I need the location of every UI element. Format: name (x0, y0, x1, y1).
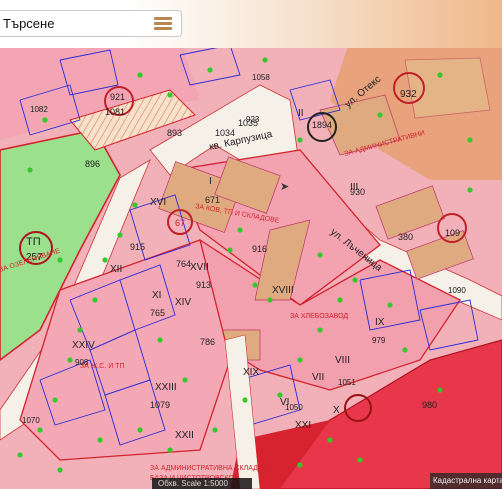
zone_labels-za_hlebozavod: ЗА ХЛЕБОЗАВОД (290, 313, 348, 320)
map-attribution[interactable]: Кадастрална карта (430, 473, 502, 489)
plot_numbers-p1082: 1082 (30, 105, 48, 114)
roman_labels-rIX: IX (375, 317, 385, 328)
plot_numbers-p765: 765 (150, 308, 165, 318)
scale-indicator: Обхв. Scale 1:5000 (152, 478, 252, 489)
plot_numbers-p908: 908 (75, 358, 89, 367)
plot_numbers-p980: 980 (422, 400, 437, 410)
plot_numbers-p109: 109 (445, 228, 460, 238)
roman_labels-rXXIII: XXIII (155, 382, 177, 393)
plot_numbers-p764: 764 (176, 259, 191, 269)
plot_numbers-p921: 921 (110, 92, 125, 102)
roman_labels-rII: II (298, 108, 304, 119)
plot_numbers-p1034: 1034 (215, 128, 235, 138)
plot_numbers-p979: 979 (372, 336, 386, 345)
plot_numbers-p1894: 1894 (312, 120, 332, 130)
roman_labels-rVII: VII (312, 372, 324, 383)
menu-line-middle (154, 22, 172, 25)
roman_labels-rXVI: XVI (150, 197, 166, 208)
header-bar (0, 0, 502, 48)
plot_numbers-p1081: 1081 (105, 107, 125, 117)
roman_labels-rXXI: XXI (295, 420, 311, 431)
plot_numbers-p67: 67 (175, 218, 185, 228)
zone_labels-admin_skladova: ЗА АДМИНИСТРАТИВНА СКЛАДОВА (150, 465, 273, 472)
roman_labels-rXXIV: XXIV (72, 340, 95, 351)
roman_labels-rI: I (209, 176, 212, 187)
plot_numbers-p893: 893 (167, 128, 182, 138)
map-marker-arrow: ➤ (280, 181, 289, 193)
roman_labels-rVI: VI (280, 397, 289, 408)
search-box (0, 10, 182, 37)
menu-line-top (154, 17, 172, 20)
roman_labels-rXII: XII (110, 264, 122, 275)
plot_numbers-p1090: 1090 (448, 286, 466, 295)
cadastral-map[interactable]: ➤ кв. Карпузицаул. Лъченицаул. Отекс ТП2… (0, 0, 502, 489)
roman_labels-rVIII: VIII (335, 355, 350, 366)
plot_numbers-p896: 896 (85, 159, 100, 169)
roman_labels-rXIX: XIX (243, 367, 259, 378)
plot_numbers-p786: 786 (200, 337, 215, 347)
map-app: ➤ кв. Карпузица ул. Лъченица ул. Отекс ТП 2… (0, 0, 502, 489)
hamburger-menu-button[interactable] (147, 12, 179, 35)
plot_numbers-p1058: 1058 (252, 73, 270, 82)
plot_numbers-p1051: 1051 (338, 378, 356, 387)
roman_labels-rXXII: XXII (175, 430, 194, 441)
plot_numbers-p923: 923 (246, 115, 260, 124)
roman_labels-rXVII: XVII (190, 262, 209, 273)
roman_labels-rXI: XI (152, 290, 161, 301)
plot_numbers-p1070: 1070 (22, 416, 40, 425)
plot_numbers-p1079: 1079 (150, 400, 170, 410)
plot_numbers-p380: 380 (398, 232, 413, 242)
roman_labels-rIII: III (350, 182, 358, 193)
northeast-building (404, 57, 491, 119)
zone_labels-tp: ТП (26, 236, 41, 248)
roman_labels-rXVIII: XVIII (272, 285, 294, 296)
menu-line-bottom (154, 27, 172, 30)
search-input[interactable] (0, 11, 143, 36)
plot_numbers-p932: 932 (400, 89, 417, 100)
plot_numbers-p671: 671 (205, 195, 220, 205)
plot_numbers-p915: 915 (130, 242, 145, 252)
plot_numbers-p916: 916 (252, 244, 267, 254)
roman_labels-rX: X (333, 405, 340, 416)
roman_labels-rXIV: XIV (175, 297, 191, 308)
plot_numbers-p913: 913 (196, 280, 211, 290)
